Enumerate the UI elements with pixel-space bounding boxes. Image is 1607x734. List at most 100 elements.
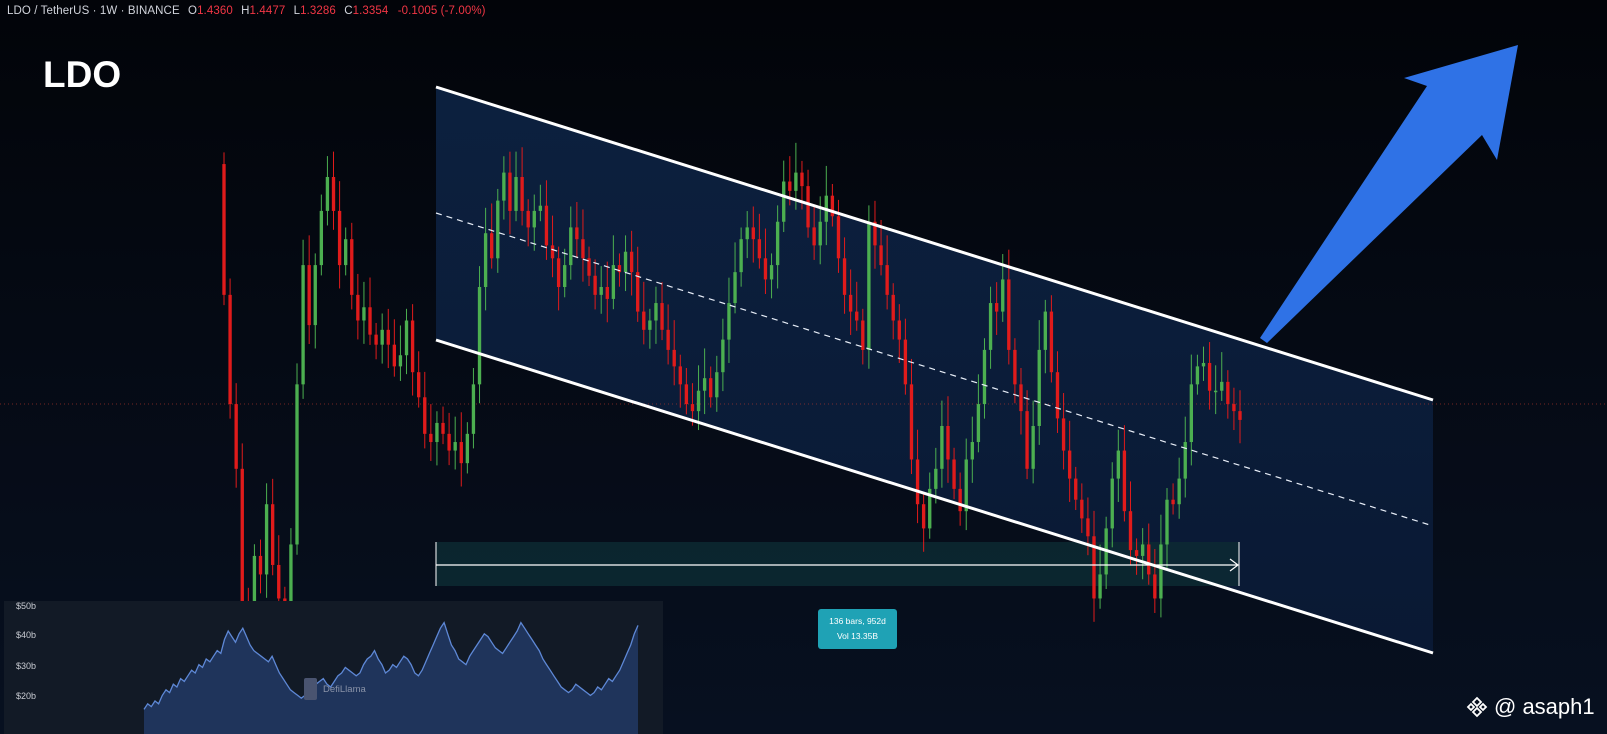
candle-body [295,384,299,545]
candle-body [702,378,707,391]
candle-body [605,286,609,299]
candle-body [782,181,786,222]
candle-body [222,164,226,295]
candle [380,313,384,364]
candle-body [532,210,536,228]
candle-body [721,339,725,373]
candle-body [453,442,457,451]
candle [331,151,336,230]
candle-body [471,384,476,434]
candle-body [1128,511,1133,551]
candle [325,156,330,226]
chart-canvas[interactable]: LDO / TetherUS · 1W · BINANCE O1.4360 H1… [0,0,1607,734]
candle-body [952,459,956,489]
candle [337,181,342,289]
symbol-legend: LDO / TetherUS · 1W · BINANCE O1.4360 H1… [7,5,486,17]
candle-body [301,265,305,385]
candle-body [1098,574,1102,599]
candle-body [1159,544,1163,599]
exchange: BINANCE [127,5,180,17]
candle-body [1061,418,1066,451]
defillama-logo: DefiLlama [304,678,366,700]
candle-body [629,251,634,273]
candle-body [392,344,397,367]
candle-body [696,390,701,412]
candle-body [745,227,749,240]
candle [234,383,238,488]
candle-body [1086,518,1090,537]
candle-body [739,239,743,273]
candle-body [970,442,974,460]
candle-body [855,311,859,321]
candle-body [429,433,433,443]
candle-body [380,329,384,345]
candle-body [550,245,555,259]
defillama-label: DefiLlama [323,683,366,695]
high-value: 1.4477 [249,5,286,17]
candle [435,411,439,466]
candle-body [1110,478,1114,529]
tvl-inset-chart: $50b $40b $30b $20b DefiLlama [4,601,663,734]
candle-body [611,265,616,299]
candle-body [818,221,822,246]
candle-body [891,294,895,321]
candle-body [921,504,926,529]
candle-body [331,177,336,211]
candle-body [313,265,317,326]
candle-body [946,425,950,460]
candle-body [374,334,378,345]
candle-body [1165,499,1169,545]
candle-body [1147,544,1151,575]
candle-body [435,422,439,443]
symbol-name[interactable]: LDO / TetherUS [7,5,89,17]
candle-body [1122,450,1127,512]
date-range-box [436,542,1239,586]
candle-body [976,404,981,443]
measure-label[interactable]: 136 bars, 952d Vol 13.35B [818,609,897,649]
candle-body [684,384,689,405]
candle-body [879,245,883,266]
candle-body [1037,349,1041,426]
binance-icon [1466,696,1488,718]
candle-body [800,172,804,187]
candle [867,205,871,369]
candle-body [496,200,500,259]
candle-body [994,303,999,312]
candle [392,319,397,377]
candle-body [398,355,403,367]
candle-body [502,172,506,201]
author-handle: @ asaph1 [1494,694,1595,719]
candle-body [1177,478,1181,505]
candle-body [982,349,987,405]
candle-body [842,258,847,295]
candle-body [623,251,628,273]
candle-body [404,320,409,356]
chart-title: LDO [43,54,122,95]
tvl-area-chart [143,621,639,734]
candle-body [423,397,427,434]
candle [258,539,263,594]
close-value: 1.3354 [352,5,389,17]
defillama-icon [304,678,317,700]
candle-body [1207,362,1212,391]
candle-body [1055,372,1060,419]
candle-body [788,181,792,191]
candle-body [654,303,658,321]
candle [313,253,317,349]
candle [410,304,415,396]
candle-body [1013,349,1017,385]
candle [423,371,427,449]
low-value: 1.3286 [300,5,336,17]
candle-body [806,186,810,228]
candle-body [1007,279,1011,350]
candle-body [648,320,652,330]
candle-body [763,258,768,280]
inset-y-label: $40b [16,630,37,640]
candle-body [264,504,269,575]
candle [459,412,463,487]
interval[interactable]: 1W [100,5,117,17]
candle-body [319,210,324,266]
candle-body [848,294,853,312]
candle-body [368,307,372,335]
inset-y-label: $30b [16,661,37,671]
